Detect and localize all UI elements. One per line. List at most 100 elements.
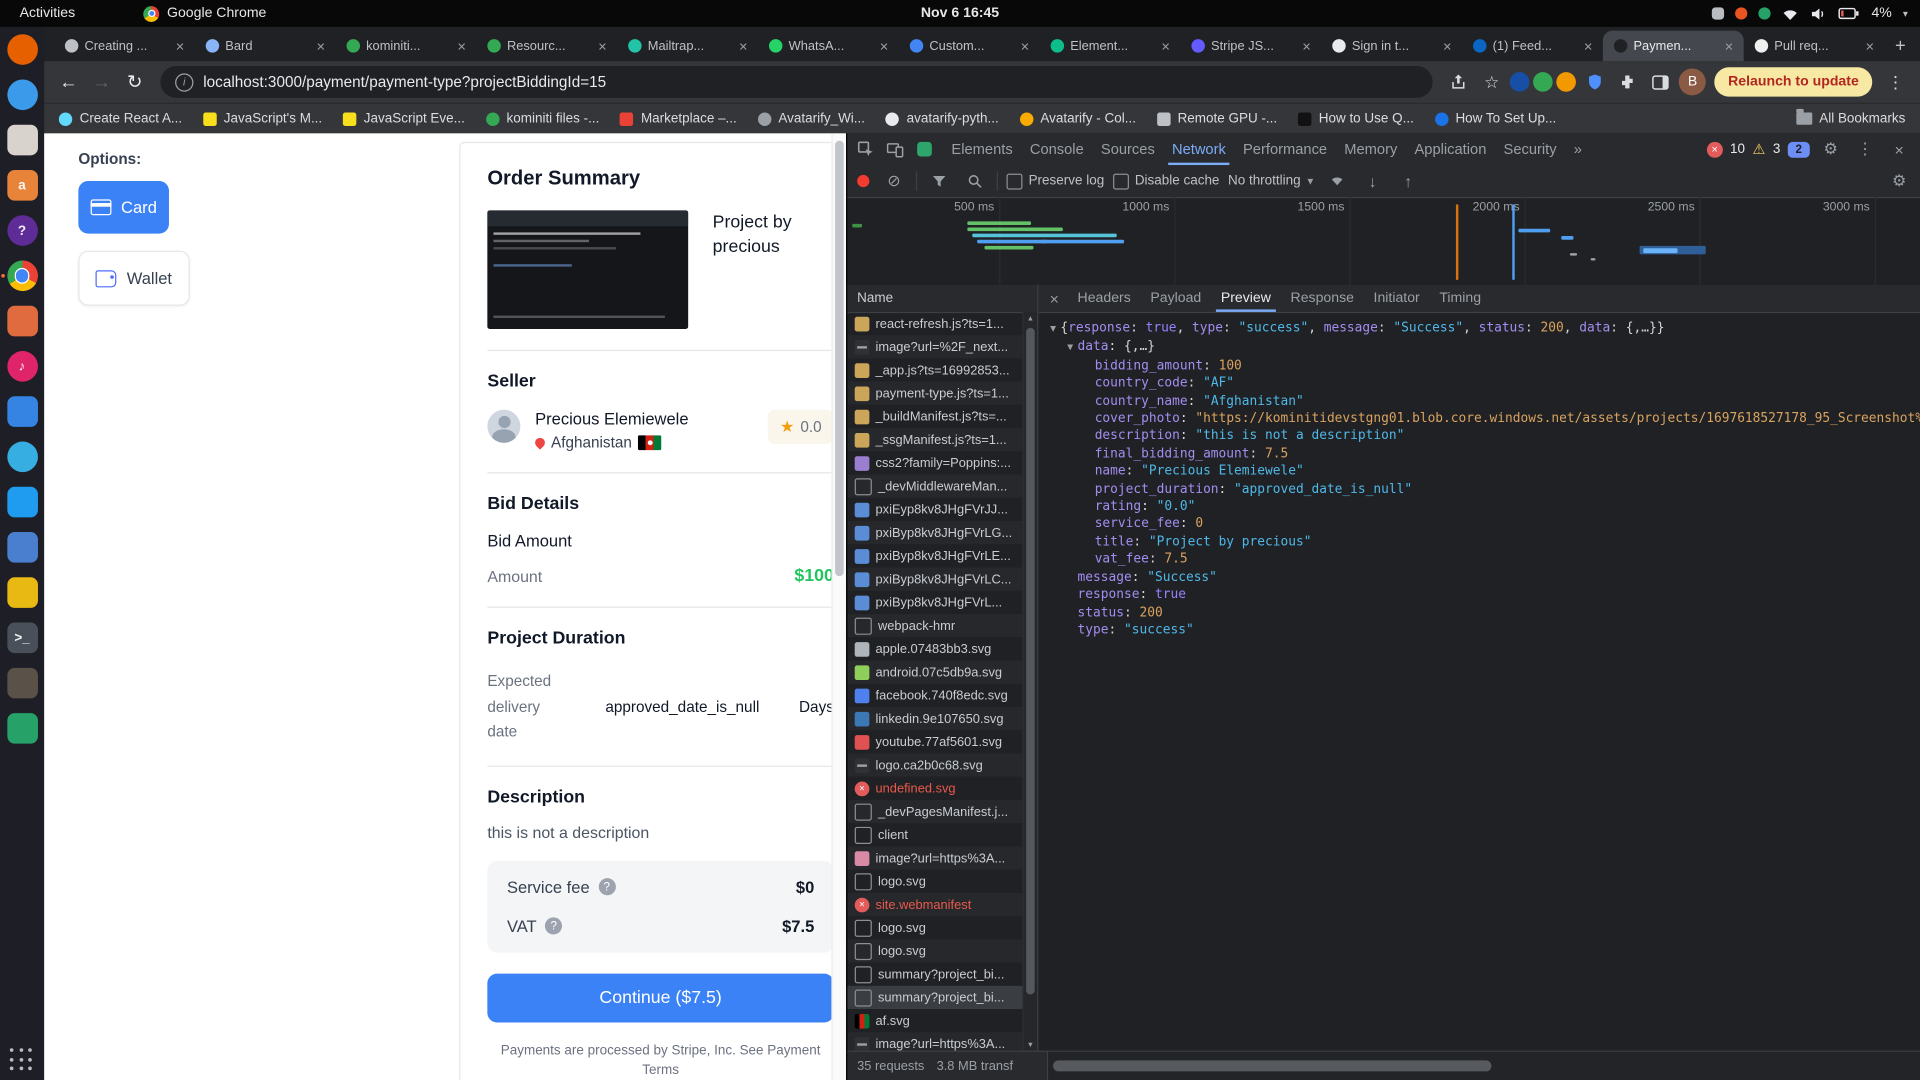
network-request-row[interactable]: youtube.77af5601.svg <box>847 730 1023 753</box>
browser-tab-8[interactable]: Element...× <box>1040 31 1181 62</box>
extension-icon-orange[interactable] <box>1557 72 1577 92</box>
expand-toggle-icon[interactable]: ▼ <box>1046 320 1061 338</box>
browser-tab-11[interactable]: (1) Feed...× <box>1462 31 1603 62</box>
device-toolbar-icon[interactable] <box>882 136 909 163</box>
tab-close-icon[interactable]: × <box>171 37 188 54</box>
throttling-dropdown[interactable]: No throttling ▼ <box>1228 174 1315 189</box>
network-request-row[interactable]: pxiByp8kv8JHgFVrLG... <box>847 521 1023 544</box>
shield-extension-icon[interactable] <box>1580 67 1609 96</box>
console-error-icon[interactable]: × <box>1707 141 1723 157</box>
vat-help-icon[interactable]: ? <box>545 918 562 935</box>
dock-item-libreoffice[interactable] <box>0 570 44 615</box>
browser-tab-10[interactable]: Sign in t...× <box>1321 31 1462 62</box>
requests-scrollbar[interactable]: ▲ ▼ <box>1022 312 1037 1052</box>
devtools-tab-network[interactable]: Network <box>1163 133 1234 165</box>
card-payment-option-button[interactable]: Card <box>78 181 169 234</box>
dock-item-thunderbird[interactable] <box>0 72 44 117</box>
network-request-row[interactable]: pxiEyp8kv8JHgFVrJJ... <box>847 498 1023 521</box>
browser-tab-1[interactable]: Creating ...× <box>54 31 195 62</box>
activities-button[interactable]: Activities <box>0 0 95 27</box>
profile-avatar[interactable]: B <box>1679 68 1706 95</box>
detail-horizontal-scrollbar[interactable] <box>1048 1052 1920 1080</box>
dock-item-vscode[interactable] <box>0 479 44 524</box>
devtools-settings-icon[interactable]: ⚙ <box>1817 136 1844 163</box>
devtools-extension-icon[interactable] <box>911 136 938 163</box>
detail-tab-headers[interactable]: Headers <box>1068 285 1141 312</box>
bookmark-item-5[interactable]: Marketplace –... <box>620 111 737 126</box>
relaunch-to-update-button[interactable]: Relaunch to update <box>1715 67 1873 96</box>
network-request-row[interactable]: _buildManifest.js?ts=... <box>847 405 1023 428</box>
extension-icon-blue[interactable] <box>1510 72 1530 92</box>
browser-tab-12[interactable]: Paymen...× <box>1603 31 1744 62</box>
back-button[interactable]: ← <box>54 67 83 96</box>
side-panel-icon[interactable] <box>1646 67 1675 96</box>
dock-item-files[interactable] <box>0 117 44 162</box>
detail-tab-payload[interactable]: Payload <box>1141 285 1211 312</box>
browser-tab-5[interactable]: Mailtrap...× <box>617 31 758 62</box>
dock-item-ide-green[interactable] <box>0 706 44 751</box>
address-bar[interactable]: i localhost:3000/payment/payment-type?pr… <box>160 66 1433 98</box>
show-applications-button[interactable] <box>10 1048 34 1072</box>
bookmark-item-7[interactable]: avatarify-pyth... <box>886 111 999 126</box>
browser-tab-4[interactable]: Resourc...× <box>476 31 617 62</box>
new-tab-button[interactable]: + <box>1884 31 1916 62</box>
network-request-row[interactable]: _ssgManifest.js?ts=1... <box>847 428 1023 451</box>
network-request-row[interactable]: ×undefined.svg <box>847 777 1023 800</box>
export-har-icon[interactable]: ↑ <box>1395 168 1422 195</box>
devtools-tab-sources[interactable]: Sources <box>1092 133 1163 165</box>
dock-item-telegram[interactable] <box>0 434 44 479</box>
tab-close-icon[interactable]: × <box>1439 37 1456 54</box>
network-settings-gear-icon[interactable]: ⚙ <box>1886 168 1913 195</box>
preserve-log-checkbox[interactable]: Preserve log <box>1007 173 1105 189</box>
bookmark-item-6[interactable]: Avatarify_Wi... <box>758 111 865 126</box>
browser-tab-7[interactable]: Custom...× <box>899 31 1040 62</box>
devtools-more-tabs[interactable]: » <box>1565 133 1590 165</box>
bookmark-item-8[interactable]: Avatarify - Col... <box>1020 111 1136 126</box>
network-request-row[interactable]: image?url=https%3A... <box>847 846 1023 869</box>
network-request-row[interactable]: logo.svg <box>847 939 1023 962</box>
network-request-row[interactable]: linkedin.9e107650.svg <box>847 707 1023 730</box>
site-info-icon[interactable]: i <box>175 73 193 91</box>
devtools-tab-memory[interactable]: Memory <box>1336 133 1406 165</box>
page-scrollbar-thumb[interactable] <box>835 141 844 576</box>
dock-item-system-monitor[interactable] <box>0 389 44 434</box>
tab-close-icon[interactable]: × <box>1016 37 1033 54</box>
network-request-row[interactable]: webpack-hmr <box>847 614 1023 637</box>
inspect-element-icon[interactable] <box>852 136 879 163</box>
detail-tab-response[interactable]: Response <box>1281 285 1364 312</box>
close-detail-icon[interactable]: × <box>1041 285 1068 312</box>
browser-tab-3[interactable]: kominiti...× <box>336 31 477 62</box>
tab-close-icon[interactable]: × <box>876 37 893 54</box>
tab-close-icon[interactable]: × <box>735 37 752 54</box>
network-request-row[interactable]: _app.js?ts=16992853... <box>847 358 1023 381</box>
import-har-icon[interactable]: ↓ <box>1359 168 1386 195</box>
bookmark-item-3[interactable]: JavaScript Eve... <box>343 111 465 126</box>
network-request-row[interactable]: image?url=https%3A... <box>847 1032 1023 1052</box>
dock-item-remmina[interactable] <box>0 525 44 570</box>
network-request-row[interactable]: af.svg <box>847 1009 1023 1032</box>
devtools-tab-performance[interactable]: Performance <box>1234 133 1335 165</box>
dock-item-firefox[interactable] <box>0 27 44 72</box>
service-fee-help-icon[interactable]: ? <box>598 879 615 896</box>
system-tray[interactable]: 4% ▾ <box>1712 5 1920 22</box>
bookmark-item-11[interactable]: How To Set Up... <box>1435 111 1557 126</box>
network-conditions-icon[interactable] <box>1324 168 1351 195</box>
all-bookmarks-button[interactable]: All Bookmarks <box>1796 111 1905 126</box>
tab-close-icon[interactable]: × <box>453 37 470 54</box>
browser-tab-2[interactable]: Bard× <box>195 31 336 62</box>
network-request-row[interactable]: logo.svg <box>847 916 1023 939</box>
network-request-row[interactable]: react-refresh.js?ts=1... <box>847 312 1023 335</box>
network-request-row[interactable]: payment-type.js?ts=1... <box>847 382 1023 405</box>
issues-badge[interactable]: 2 <box>1788 141 1810 157</box>
devtools-tab-elements[interactable]: Elements <box>943 133 1021 165</box>
network-request-row[interactable]: pxiByp8kv8JHgFVrLC... <box>847 568 1023 591</box>
record-network-log-button[interactable] <box>857 175 869 187</box>
network-request-row[interactable]: android.07c5db9a.svg <box>847 660 1023 683</box>
bookmark-item-1[interactable]: Create React A... <box>59 111 182 126</box>
tab-close-icon[interactable]: × <box>1157 37 1174 54</box>
network-request-row[interactable]: _devMiddlewareMan... <box>847 475 1023 498</box>
tab-close-icon[interactable]: × <box>1298 37 1315 54</box>
network-request-row[interactable]: logo.svg <box>847 870 1023 893</box>
console-warning-icon[interactable]: ⚠ <box>1752 141 1765 158</box>
clear-network-log-icon[interactable]: ⊘ <box>880 168 907 195</box>
